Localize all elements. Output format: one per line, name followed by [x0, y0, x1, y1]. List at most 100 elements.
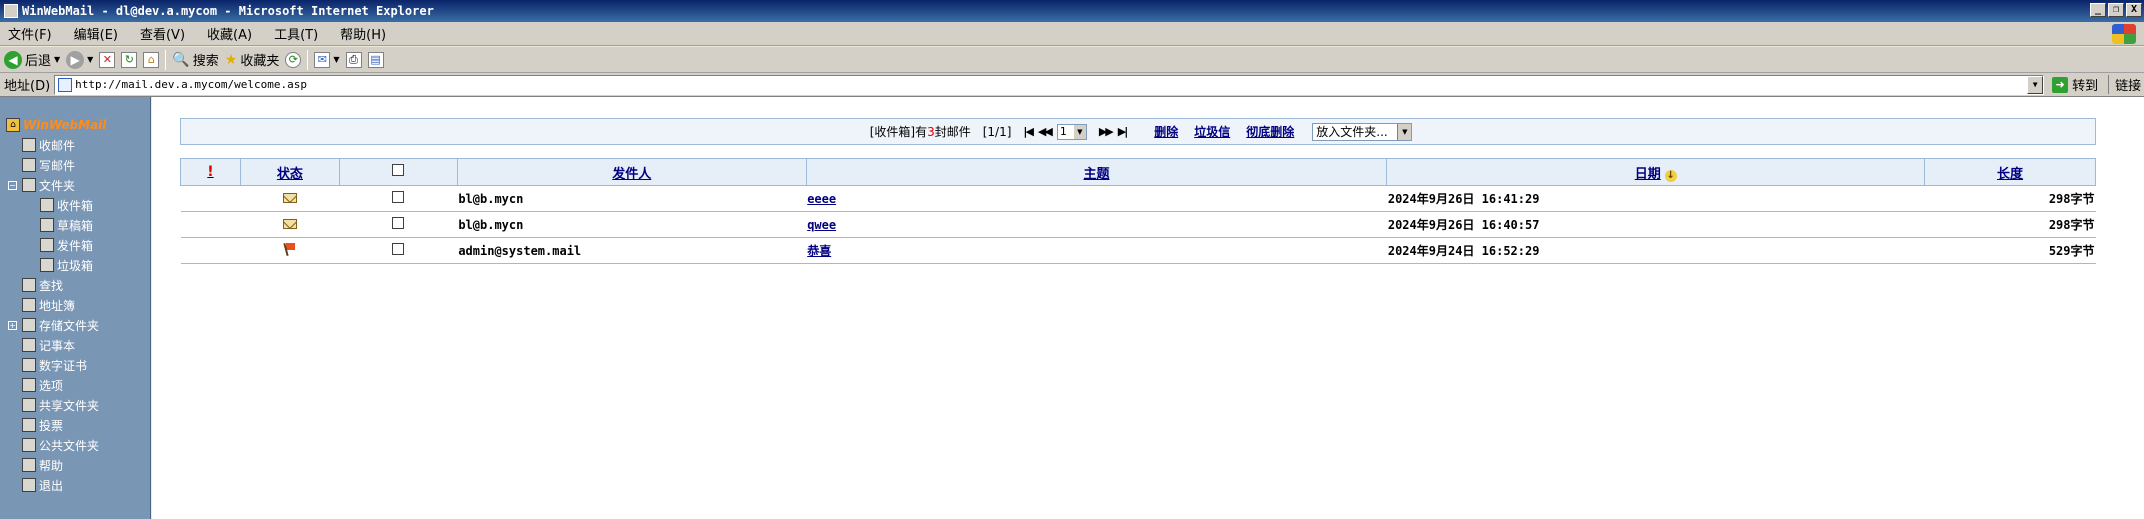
mail-button[interactable]: ✉ ▼ [314, 51, 340, 68]
sidebar-item[interactable]: − 文件夹 [0, 175, 150, 195]
folder-tree-sidebar: ⌂ WinWebMail 收邮件 写邮件 − 文件夹收件箱 草稿箱 发件箱垃圾箱查找地址簿… [0, 97, 151, 519]
address-input[interactable]: http://mail.dev.a.mycom/welcome.asp ▼ [54, 74, 2045, 95]
status-header[interactable]: 状态 [239, 158, 340, 186]
select-all-header [338, 158, 458, 186]
search-button[interactable]: 🔍 搜索 [172, 50, 218, 70]
first-page-button[interactable]: |◀ [1023, 125, 1034, 138]
sidebar-item[interactable]: 发件箱 [0, 235, 150, 255]
edit-page-button[interactable]: ▤ [367, 51, 384, 68]
table-row[interactable]: bl@b.mycn eeee 2024年9月26日 16:41:29 298字节 [180, 185, 2096, 212]
size-cell: 298字节 [1924, 211, 2096, 238]
mail-dropdown-icon: ▼ [333, 55, 340, 64]
address-label: 地址(D) [4, 79, 51, 94]
subject-link[interactable]: 恭喜 [807, 244, 831, 258]
next-page-button[interactable]: ▶▶ [1099, 125, 1114, 138]
address-dropdown-icon[interactable]: ▼ [2027, 75, 2044, 94]
priority-cell [180, 211, 241, 238]
row-checkbox[interactable] [392, 243, 405, 255]
forward-arrow-icon: ▶ [66, 50, 85, 69]
last-page-button[interactable]: ▶| [1118, 125, 1129, 138]
sidebar-item-label: 投票 [39, 418, 64, 433]
select-cell [339, 211, 458, 238]
sidebar-item[interactable]: 记事本 [0, 335, 150, 355]
sidebar-item[interactable]: + 存储文件夹 [0, 315, 150, 335]
sidebar-item[interactable]: 投票 [0, 415, 150, 435]
sidebar-item-label: 垃圾箱 [57, 258, 94, 273]
sidebar-item[interactable]: 帮助 [0, 455, 150, 475]
sidebar-item[interactable]: 查找 [0, 275, 150, 295]
purge-link[interactable]: 彻底删除 [1246, 123, 1294, 140]
subject-header[interactable]: 主题 [805, 158, 1388, 186]
priority-header[interactable]: ! [180, 158, 241, 186]
sidebar-item[interactable]: 地址簿 [0, 295, 150, 315]
date-cell: 2024年9月26日 16:41:29 [1386, 185, 1925, 212]
expand-icon[interactable]: + [8, 320, 17, 330]
menu-help[interactable]: 帮助(H) [338, 23, 388, 44]
compose-icon [22, 158, 36, 172]
toolbar-separator [307, 49, 309, 70]
tree-root-winwebmail[interactable]: ⌂ WinWebMail [0, 115, 150, 135]
select-all-checkbox[interactable] [392, 164, 405, 176]
minimize-button[interactable]: _ [2090, 3, 2106, 17]
history-button[interactable]: ⟳ [285, 51, 302, 68]
table-row[interactable]: admin@system.mail 恭喜 2024年9月24日 16:52:29 52… [180, 237, 2096, 264]
go-button[interactable]: ➜ 转到 [2052, 75, 2098, 94]
sidebar-item-label: 地址簿 [39, 298, 76, 313]
close-button[interactable]: X [2126, 3, 2142, 17]
links-button[interactable]: 链接 [2108, 75, 2141, 94]
stop-button[interactable]: ✕ [99, 51, 116, 68]
row-checkbox[interactable] [392, 191, 405, 203]
menu-file[interactable]: 文件(F) [6, 23, 54, 44]
collapse-icon[interactable]: − [8, 180, 17, 190]
table-row[interactable]: bl@b.mycn qwee 2024年9月26日 16:40:57 298字节 [180, 211, 2096, 238]
notepad-icon [22, 338, 36, 352]
sidebar-item[interactable]: 退出 [0, 475, 150, 495]
sidebar-item-label: 存储文件夹 [39, 318, 100, 333]
date-header[interactable]: 日期 ↓ [1386, 158, 1926, 186]
sidebar-item[interactable]: 草稿箱 [0, 215, 150, 235]
sender-header[interactable]: 发件人 [456, 158, 807, 186]
options-icon [22, 378, 36, 392]
menu-tools[interactable]: 工具(T) [272, 23, 320, 44]
sidebar-item-label: 文件夹 [39, 178, 76, 193]
sidebar-item[interactable]: 收邮件 [0, 135, 150, 155]
move-to-folder-select[interactable]: 放入文件夹... ▼ [1312, 122, 1413, 141]
sidebar-item[interactable]: 共享文件夹 [0, 395, 150, 415]
star-icon: ★ [224, 51, 238, 68]
sidebar-item[interactable]: 选项 [0, 375, 150, 395]
date-cell: 2024年9月24日 16:52:29 [1386, 237, 1925, 264]
inbox-folder-icon [40, 198, 54, 212]
size-header[interactable]: 长度 [1924, 158, 2096, 186]
page-select[interactable]: 1 ▼ [1056, 123, 1087, 140]
subject-link[interactable]: qwee [807, 218, 836, 232]
row-checkbox[interactable] [392, 217, 405, 229]
public-folder-icon [22, 438, 36, 452]
menu-view[interactable]: 查看(V) [138, 23, 187, 44]
sidebar-item[interactable]: 写邮件 [0, 155, 150, 175]
forward-button[interactable]: ▶ ▼ [66, 50, 93, 69]
folder-icon [22, 178, 36, 192]
print-button[interactable]: ⎙ [345, 51, 362, 68]
vote-icon [22, 418, 36, 432]
home-button[interactable]: ⌂ [143, 51, 160, 68]
sidebar-item[interactable]: 垃圾箱 [0, 255, 150, 275]
spam-link[interactable]: 垃圾信 [1194, 123, 1230, 140]
refresh-button[interactable]: ↻ [121, 51, 138, 68]
mail-list-table: ! 状态 发件人 主题 日期 ↓ 长度 bl@b.mycn eeee 2024年9月2… [180, 158, 2096, 264]
back-button[interactable]: ◀ 后退 ▼ [4, 50, 60, 69]
help-icon [22, 458, 36, 472]
sidebar-item[interactable]: 公共文件夹 [0, 435, 150, 455]
restore-button[interactable]: ❐ [2108, 3, 2124, 17]
favorites-button[interactable]: ★ 收藏夹 [224, 50, 280, 70]
menu-favorites[interactable]: 收藏(A) [205, 23, 254, 44]
sort-down-icon: ↓ [1664, 169, 1677, 182]
menu-edit[interactable]: 编辑(E) [72, 23, 120, 44]
mail-list-pane: [收件箱]有3封邮件 [1/1] |◀ ◀◀ 1 ▼ ▶▶ ▶| 删除 垃圾信 … [152, 97, 2144, 519]
delete-link[interactable]: 删除 [1154, 123, 1178, 140]
sidebar-item[interactable]: 数字证书 [0, 355, 150, 375]
sidebar-item[interactable]: 收件箱 [0, 195, 150, 215]
tree-root-label: WinWebMail [23, 118, 107, 132]
prev-page-button[interactable]: ◀◀ [1038, 125, 1053, 138]
subject-link[interactable]: eeee [807, 192, 836, 206]
sidebar-item-label: 公共文件夹 [39, 438, 100, 453]
